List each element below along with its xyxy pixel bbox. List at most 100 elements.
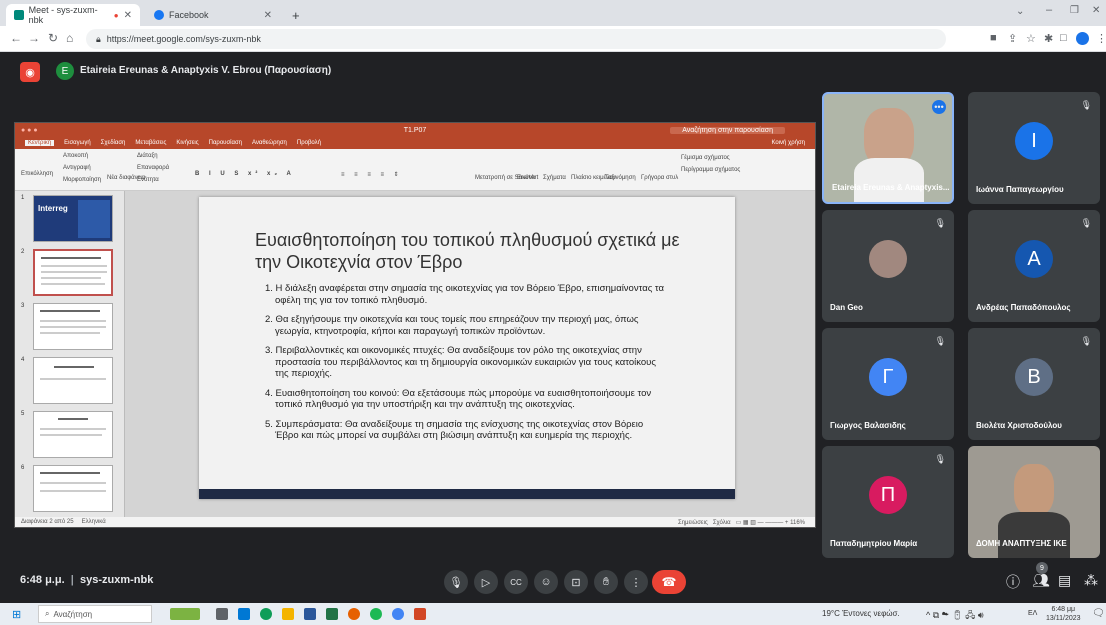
bookmark-star-icon[interactable]: ☆ [1026, 32, 1036, 45]
task-view-icon[interactable] [216, 608, 228, 620]
slide-thumb-1[interactable]: Interreg [33, 195, 113, 242]
windows-start-icon[interactable]: ⊞ [12, 608, 21, 621]
camera-indicator-icon[interactable]: ■ [990, 32, 997, 44]
info-icon[interactable]: ⓘ [1006, 572, 1020, 592]
chat-icon[interactable]: ▤ [1058, 572, 1071, 589]
close-tab-icon[interactable]: ✕ [124, 10, 132, 21]
language-indicator[interactable]: Ελληνικά [82, 519, 106, 525]
cut-button[interactable]: Αποκοπή [63, 153, 88, 159]
present-button[interactable]: ⊡ [564, 570, 588, 594]
presenter-avatar: E [56, 62, 74, 80]
slide-thumb-5[interactable] [33, 411, 113, 458]
leave-call-button[interactable]: ☎︎ [652, 570, 686, 594]
excel-icon[interactable] [326, 608, 338, 620]
activities-icon[interactable]: ⁂ [1084, 572, 1098, 589]
raise-hand-button[interactable]: ✋︎ [594, 570, 618, 594]
paragraph-buttons[interactable]: ≡ ≡ ≡ ≡ ⇕ [341, 171, 403, 178]
participant-tile[interactable]: 🎙︎ Ι Ιωάννα Παπαγεωργίου [968, 92, 1100, 204]
participant-tile[interactable]: 🎙︎ Α Ανδρέας Παπαδόπουλος [968, 210, 1100, 322]
spotify-icon[interactable] [370, 608, 382, 620]
home-icon[interactable]: ⌂ [66, 31, 73, 45]
reset-button[interactable]: Επαναφορά [137, 165, 169, 171]
shapes-button[interactable]: Σχήματα [543, 175, 566, 181]
widget-icon[interactable] [170, 608, 200, 620]
store-icon[interactable] [238, 608, 250, 620]
participant-tile[interactable]: 🎙︎ Β Βιολέτα Χριστοδούλου [968, 328, 1100, 440]
reactions-button[interactable]: ☺ [534, 570, 558, 594]
ribbon-tab-home[interactable]: Κεντρική [25, 140, 55, 146]
participant-tile[interactable]: 🎙︎ Π Παπαδημητρίου Μαρία [822, 446, 954, 558]
forward-icon[interactable]: → [28, 31, 40, 45]
participant-tile-presenter[interactable]: ••• Etaireia Ereunas & Anaptyxis... [822, 92, 954, 204]
people-icon[interactable]: 👥︎ [1032, 572, 1050, 589]
picture-button[interactable]: Εικόνα [517, 175, 535, 181]
ribbon-tab-animations[interactable]: Κινήσεις [176, 140, 198, 146]
weather-widget[interactable]: 19°C Έντονες νεφώσ. [822, 609, 900, 618]
tab-meet[interactable]: Meet - sys-zuxm-nbk ● ✕ [6, 4, 140, 26]
comments-button[interactable]: Σχόλια [713, 520, 731, 526]
word-icon[interactable] [304, 608, 316, 620]
profile-avatar[interactable] [1076, 32, 1089, 45]
reload-icon[interactable]: ↻ [48, 31, 58, 45]
ribbon-tab-review[interactable]: Αναθεώρηση [252, 140, 287, 146]
participant-shirt [998, 512, 1070, 558]
slide-thumb-3[interactable] [33, 303, 113, 350]
new-tab-button[interactable]: + [284, 4, 304, 26]
quick-styles-button[interactable]: Γρήγορα στυλ [641, 175, 678, 181]
powerpoint-icon[interactable] [414, 608, 426, 620]
participant-tile[interactable]: ΔΟΜΗ ΑΝΑΠΤΥΞΗΣ ΙΚΕ [968, 446, 1100, 558]
system-clock[interactable]: 6:48 μμ 13/11/2023 [1046, 605, 1081, 623]
language-indicator[interactable]: ΕΛ [1028, 610, 1037, 617]
tab-search-icon[interactable]: ⌄ [1016, 6, 1024, 17]
more-options-button[interactable]: ⋮ [624, 570, 648, 594]
close-window-icon[interactable]: ✕ [1092, 5, 1100, 16]
copy-button[interactable]: Αντιγραφή [63, 165, 91, 171]
ppt-share-button[interactable]: Κοινή χρήση [771, 140, 805, 146]
paste-button[interactable]: Επικόλληση [21, 171, 53, 177]
section-button[interactable]: Ενότητα [137, 177, 159, 183]
camera-button[interactable]: ▷ [474, 570, 498, 594]
tab-facebook[interactable]: Facebook ✕ [146, 4, 280, 26]
maximize-icon[interactable]: ❐ [1070, 5, 1079, 16]
back-icon[interactable]: ← [10, 31, 22, 45]
notifications-icon[interactable]: 🗨︎ [1092, 608, 1105, 619]
ribbon-tab-transitions[interactable]: Μεταβάσεις [135, 140, 166, 146]
current-slide[interactable]: Ευαισθητοποίηση του τοπικού πληθυσμού σχ… [199, 197, 735, 499]
ribbon-tab-slideshow[interactable]: Παρουσίαση [209, 140, 242, 146]
url-field[interactable]: 🔒︎ https://meet.google.com/sys-zuxm-nbk [86, 29, 946, 49]
sidepanel-icon[interactable]: □ [1060, 32, 1067, 44]
avatar: Π [869, 476, 907, 514]
notes-button[interactable]: Σημειώσεις [678, 520, 708, 526]
minimize-icon[interactable]: – [1046, 4, 1052, 16]
slide-thumb-2[interactable] [33, 249, 113, 296]
explorer-icon[interactable] [282, 608, 294, 620]
chrome-icon[interactable] [392, 608, 404, 620]
share-icon[interactable]: ⇪ [1008, 32, 1017, 45]
taskbar-search[interactable]: ⌕ Αναζήτηση [38, 605, 152, 623]
close-tab-icon[interactable]: ✕ [264, 10, 272, 21]
slide-bullets: 1. Η διάλεξη αναφέρεται στην σημασία της… [265, 283, 665, 450]
tray-icons[interactable]: ^ ⧉ ☁ 🔋︎ 🖧 🔊︎ [926, 608, 983, 624]
captions-button[interactable]: CC [504, 570, 528, 594]
format-painter-button[interactable]: Μορφοποίηση [63, 177, 101, 183]
arrange-button[interactable]: Ταξινόμηση [605, 175, 636, 181]
slide-thumb-6[interactable] [33, 465, 113, 512]
muted-mic-icon: 🎙︎ [934, 218, 946, 228]
ppt-search[interactable]: Αναζήτηση στην παρουσίαση [670, 126, 785, 134]
extensions-icon[interactable]: ✱ [1044, 32, 1053, 45]
ribbon-tab-view[interactable]: Προβολή [297, 140, 321, 146]
firefox-icon[interactable] [348, 608, 360, 620]
slide-thumb-4[interactable] [33, 357, 113, 404]
edge-icon[interactable] [260, 608, 272, 620]
zoom-level[interactable]: 116% [790, 520, 805, 526]
mic-button[interactable]: 🎙︎ [444, 570, 468, 594]
ribbon-tab-design[interactable]: Σχεδίαση [101, 140, 126, 146]
shape-fill-button[interactable]: Γέμισμα σχήματος [681, 155, 730, 161]
layout-button[interactable]: Διάταξη [137, 153, 158, 159]
shape-outline-button[interactable]: Περίγραμμα σχήματος [681, 167, 740, 173]
participant-tile[interactable]: 🎙︎ Γ Γιωργος Βαλασιδης [822, 328, 954, 440]
participant-tile[interactable]: 🎙︎ Dan Geo [822, 210, 954, 322]
ribbon-tab-insert[interactable]: Εισαγωγή [64, 140, 91, 146]
font-format-buttons[interactable]: B I U S x² x₂ A [195, 171, 295, 177]
menu-icon[interactable]: ⋮ [1096, 32, 1106, 45]
